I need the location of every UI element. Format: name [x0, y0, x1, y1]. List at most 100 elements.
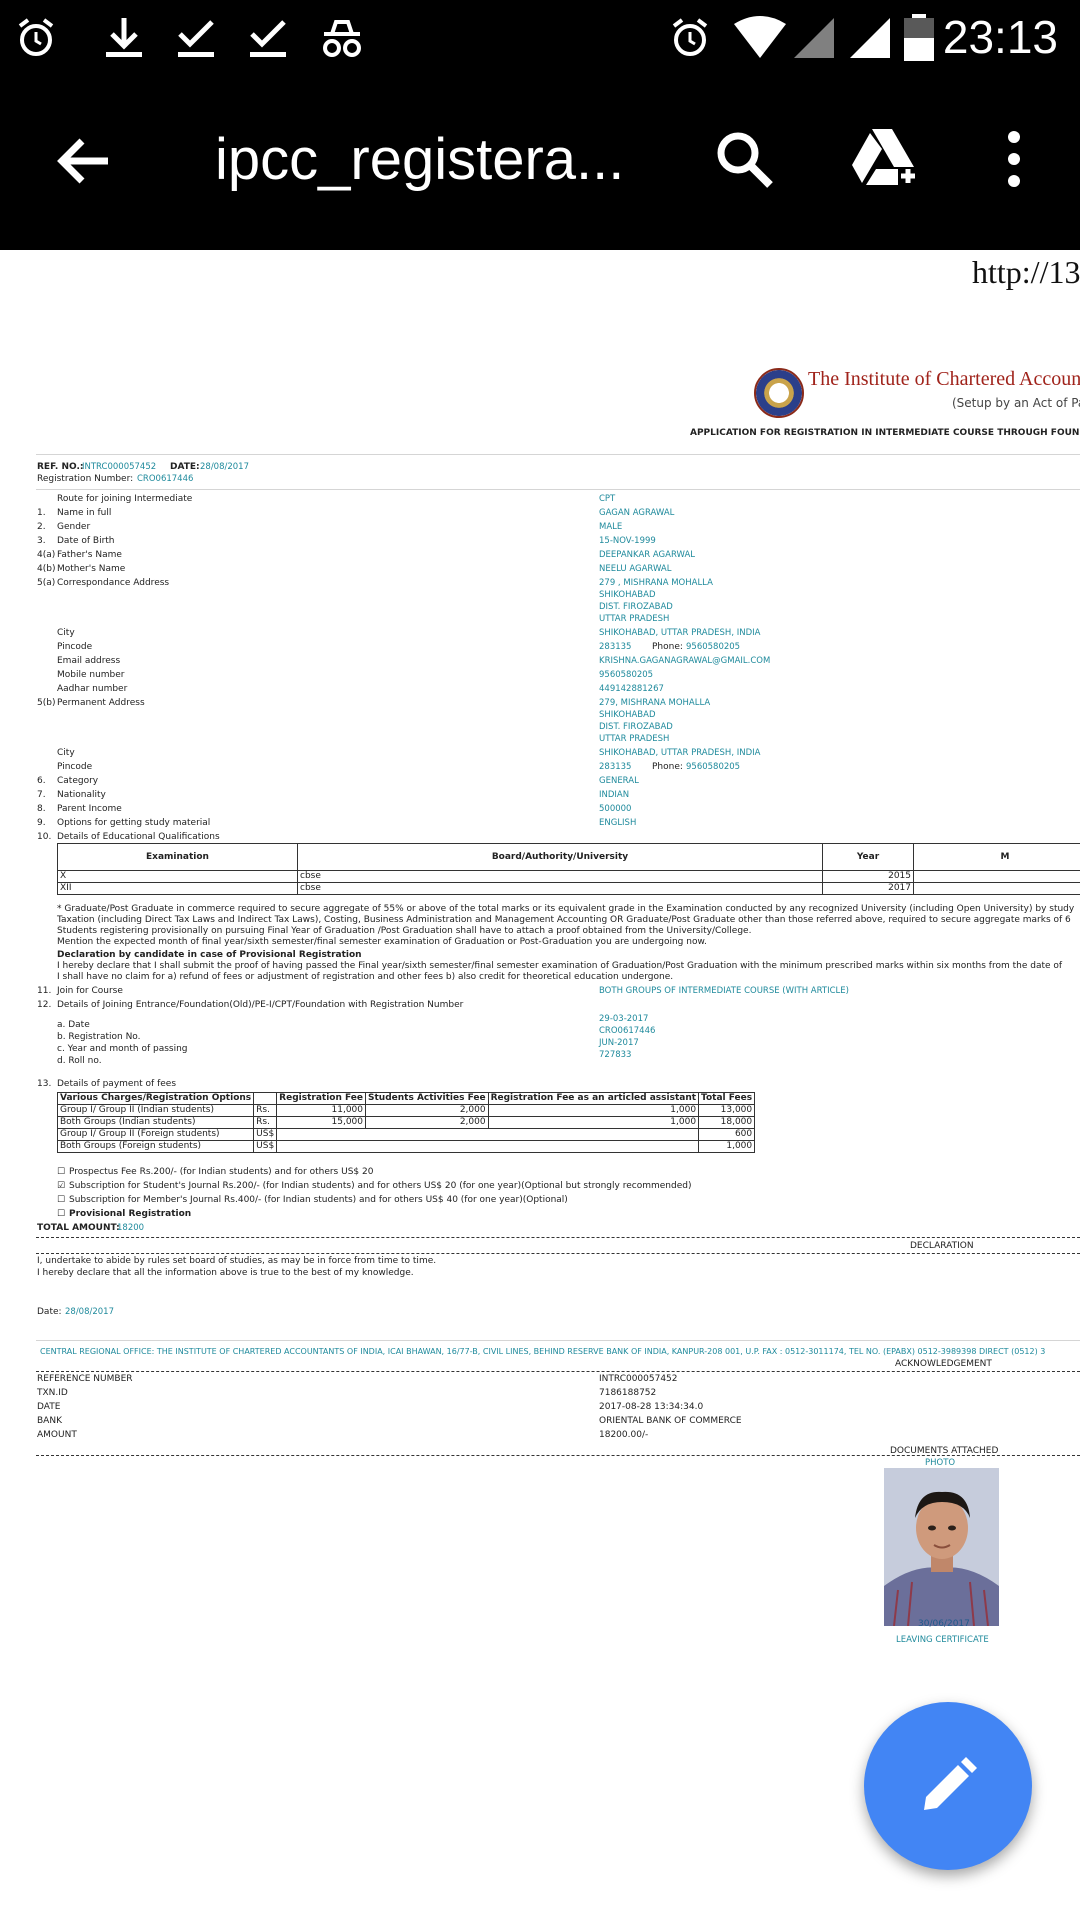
option-cell: Group I/ Group II (Foreign students) [56, 1128, 255, 1141]
field-label: Join for Course [57, 986, 123, 996]
ref-label: REF. NO.: [37, 462, 84, 472]
alarm-icon [672, 18, 708, 56]
checkbox[interactable]: ☑ [57, 1181, 65, 1192]
field-value: GENERAL [599, 776, 639, 786]
marks-cell [913, 870, 1080, 883]
checkbox-label: Provisional Registration [69, 1209, 192, 1219]
field-value: KRISHNA.GAGANAGRAWAL@GMAIL.COM [599, 656, 771, 666]
field-value: 15-NOV-1999 [599, 536, 656, 546]
table-row: Group I/ Group II (Foreign students) US$… [56, 1128, 756, 1141]
entrance-value: CRO0617446 [599, 1026, 656, 1036]
undertaking-text: I, undertake to abide by rules set board… [37, 1256, 437, 1266]
field-label: Options for getting study material [57, 818, 211, 828]
document-title: ipcc_registera... [215, 127, 625, 192]
field-value: NEELU AGARWAL [599, 564, 672, 574]
checkbox[interactable]: ☐ [57, 1209, 65, 1220]
check-download-icon [178, 20, 214, 57]
sign-date-label: Date: [37, 1307, 62, 1317]
field-label: Mobile number [57, 670, 125, 680]
declaration-text: I hereby declare that all the informatio… [37, 1268, 414, 1278]
checkbox-label: Subscription for Student's Journal Rs.20… [69, 1181, 692, 1191]
col-header: Registration Fee [276, 1092, 367, 1105]
col-header [253, 1092, 278, 1105]
field-value: 283135 [599, 642, 632, 652]
address-line: SHIKOHABAD [599, 710, 656, 720]
declaration-heading: Declaration by candidate in case of Prov… [57, 950, 362, 960]
divider [36, 489, 1080, 490]
checkbox[interactable]: ☐ [57, 1195, 65, 1206]
institute-name: The Institute of Chartered Accountants o… [808, 368, 1080, 390]
table-row: Group I/ Group II (Indian students) Rs. … [56, 1104, 756, 1117]
total-fee-cell: 13,000 [698, 1104, 756, 1117]
declaration-line: I shall have no claim for a) refund of f… [57, 972, 674, 982]
page-url-fragment: http://13 [972, 254, 1080, 290]
note-line: * Graduate/Post Graduate in commerce req… [57, 904, 1075, 914]
institute-setup: (Setup by an Act of Parli [952, 396, 1080, 410]
field-label: Category [57, 776, 99, 786]
year-cell: 2017 [822, 882, 914, 895]
pdf-page[interactable]: http://13 The Institute of Chartered Acc… [0, 250, 1080, 1920]
back-arrow-icon[interactable] [52, 129, 116, 193]
ack-value: INTRC000057452 [599, 1374, 678, 1384]
more-options-icon[interactable] [990, 127, 1038, 191]
field-label: Details of Educational Qualifications [57, 832, 220, 842]
leaving-certificate-label: LEAVING CERTIFICATE [896, 1635, 989, 1645]
field-num: 9. [37, 818, 46, 828]
address-line: UTTAR PRADESH [599, 614, 670, 624]
col-header: Board/Authority/University [297, 843, 823, 871]
field-value: SHIKOHABAD, UTTAR PRADESH, INDIA [599, 748, 761, 758]
field-value: BOTH GROUPS OF INTERMEDIATE COURSE (WITH… [599, 986, 849, 996]
field-label: Pincode [57, 762, 93, 772]
board-cell: cbse [297, 870, 823, 883]
search-icon[interactable] [712, 127, 776, 191]
table-row: X cbse 2015 [57, 870, 1080, 883]
clock: 23:13 [942, 11, 1058, 63]
field-num: 3. [37, 536, 46, 546]
note-line: Mention the expected month of final year… [57, 937, 707, 947]
phone-label: Phone: [652, 642, 683, 652]
field-num: 11. [37, 986, 52, 996]
date-label: DATE: [170, 462, 200, 472]
ack-value: 18200.00/- [599, 1430, 649, 1440]
address-line: DIST. FIROZABAD [599, 602, 673, 612]
board-cell: cbse [297, 882, 823, 895]
field-num: 4(b) [37, 564, 56, 574]
check-download-icon [250, 20, 286, 57]
field-value: 9560580205 [599, 670, 654, 680]
ref-value: INTRC000057452 [82, 462, 157, 472]
alarm-icon [18, 18, 54, 56]
field-num: 13. [37, 1079, 52, 1089]
field-label: Email address [57, 656, 121, 666]
education-table: Examination Board/Authority/University Y… [57, 843, 1080, 895]
add-to-drive-icon[interactable] [850, 125, 922, 189]
marks-cell [913, 882, 1080, 895]
field-num: 6. [37, 776, 46, 786]
article-fee-cell: 1,000 [487, 1104, 700, 1117]
checkbox[interactable]: ☐ [57, 1167, 65, 1178]
ack-value: 7186188752 [599, 1388, 657, 1398]
icai-logo [754, 368, 804, 418]
currency-cell: Rs. [253, 1116, 278, 1129]
exam-cell: XII [57, 882, 298, 895]
option-cell: Group I/ Group II (Indian students) [56, 1104, 255, 1117]
incognito-icon [323, 20, 361, 57]
wifi-icon [734, 16, 786, 58]
field-label: Route for joining Intermediate [57, 494, 193, 504]
col-header: Registration Fee as an articled assistan… [487, 1092, 700, 1105]
phone-label: Phone: [652, 762, 683, 772]
divider [36, 454, 1080, 455]
edit-button[interactable] [864, 1702, 1032, 1870]
documents-title: DOCUMENTS ATTACHED [890, 1446, 999, 1456]
field-label: Date of Birth [57, 536, 115, 546]
entrance-label: d. Roll no. [57, 1056, 102, 1066]
field-label: Nationality [57, 790, 106, 800]
field-num: 4(a) [37, 550, 56, 560]
entrance-value: 29-03-2017 [599, 1014, 649, 1024]
ack-value: 2017-08-28 13:34:34.0 [599, 1402, 704, 1412]
currency-cell: US$ [253, 1128, 278, 1141]
entrance-label: b. Registration No. [57, 1032, 141, 1042]
col-header: M [913, 843, 1080, 871]
ack-label: DATE [37, 1402, 61, 1412]
field-value: INDIAN [599, 790, 630, 800]
field-value: ENGLISH [599, 818, 637, 828]
